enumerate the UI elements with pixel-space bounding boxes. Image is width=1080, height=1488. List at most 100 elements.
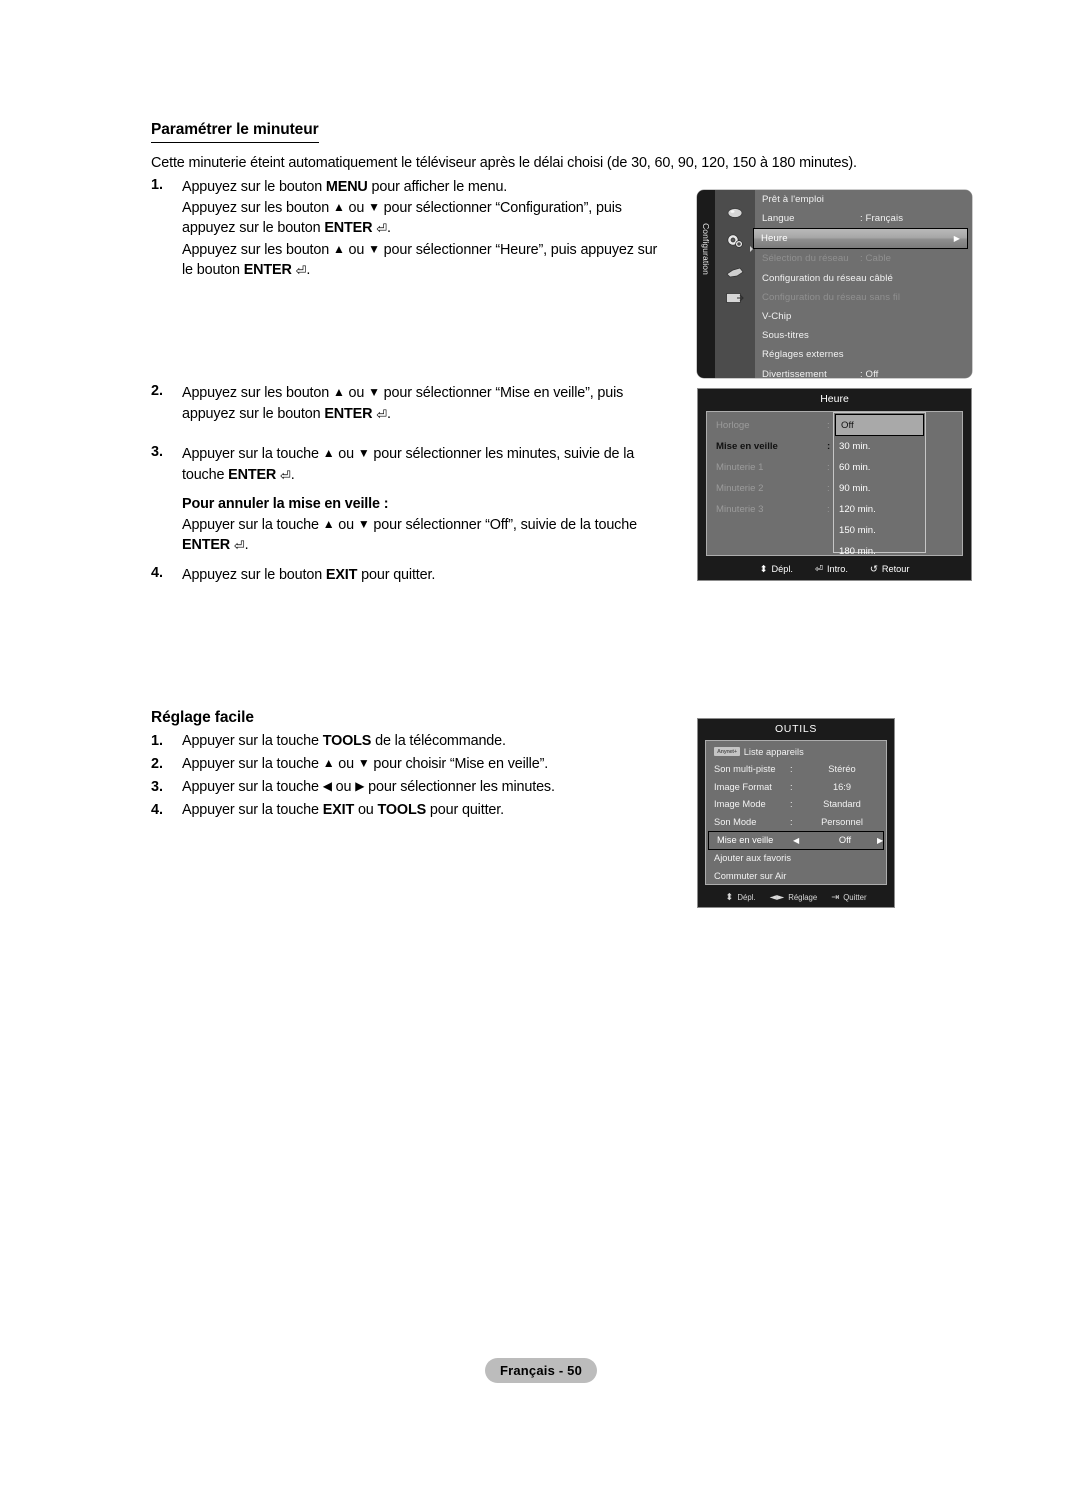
footer-label: Intro.: [826, 564, 848, 574]
setup-gear-icon[interactable]: [723, 232, 747, 250]
row-colon: :: [827, 441, 831, 452]
osd-row-reglages-externes[interactable]: Réglages externes: [755, 345, 972, 364]
dropdown-option-150min[interactable]: 150 min.: [834, 520, 925, 541]
row-label: Horloge: [716, 420, 750, 431]
footer-intro[interactable]: ⏎ Intro.: [815, 564, 848, 575]
enter-icon: ⏎: [814, 563, 823, 575]
row-label: Minuterie 1: [716, 462, 764, 473]
osd-side-label: Configuration: [701, 223, 711, 275]
step-number: 1.: [151, 733, 164, 749]
row-value: 16:9: [832, 781, 852, 792]
instruction-step-3: 3. Appuyer sur la touche ▲ ou ▼ pour sél…: [151, 444, 637, 557]
row-value: Standard: [823, 799, 861, 810]
step-subheading: Pour annuler la mise en veille :: [182, 496, 389, 512]
easy-step-1: 1. Appuyer sur la touche TOOLS de la tél…: [151, 733, 506, 750]
step-line: le bouton ENTER ⏎.: [182, 262, 311, 279]
row-value: : Off: [860, 368, 879, 378]
row-colon: :: [790, 816, 793, 827]
row-label: V-Chip: [762, 311, 792, 323]
footer-label: Dépl.: [771, 564, 793, 574]
anynet-badge-icon: Anynet+: [714, 747, 740, 757]
step-body: Appuyer sur la touche EXIT ou TOOLS pour…: [182, 802, 504, 819]
osd-heure-menu: Heure Horloge : Mise en veille : Minuter…: [697, 388, 972, 581]
step-number: 4.: [151, 565, 164, 581]
osd-row-pret-a-lemploi[interactable]: Prêt à l'emploi: [755, 190, 972, 209]
dropdown-option-60min[interactable]: 60 min.: [834, 457, 925, 478]
step-number: 2.: [151, 383, 164, 399]
enter-icon: ⏎: [233, 539, 245, 554]
row-label: Commuter sur Air: [714, 870, 787, 881]
osd-heure-pane: Horloge : Mise en veille : Minuterie 1 :…: [706, 411, 963, 557]
step-line: touche ENTER ⏎.: [182, 466, 295, 484]
footer-label: Retour: [881, 564, 910, 574]
osd-row-image-format[interactable]: Image Format : 16:9: [706, 778, 886, 796]
dropdown-option-30min[interactable]: 30 min.: [834, 436, 925, 457]
row-label: Mise en veille: [717, 835, 774, 845]
row-colon: :: [827, 420, 830, 431]
row-value: : Français: [860, 213, 904, 225]
osd-row-configuration-reseau-sans-fil[interactable]: Configuration du réseau sans fil: [755, 288, 972, 307]
osd-row-selection-du-reseau[interactable]: Sélection du réseau : Cable: [755, 249, 972, 268]
osd-row-divertissement[interactable]: Divertissement : Off: [755, 365, 972, 378]
step-line: Appuyez sur les bouton ▲ ou ▼ pour sélec…: [182, 199, 622, 216]
exit-icon: ⇥: [831, 891, 840, 903]
enter-icon: ⏎: [280, 468, 291, 484]
osd-row-ajouter-aux-favoris[interactable]: Ajouter aux favoris: [706, 850, 886, 868]
return-icon: ↺: [869, 563, 878, 575]
osd-heure-title: Heure: [698, 389, 971, 409]
enter-icon: ⏎: [376, 407, 387, 423]
step-line: Appuyer sur la touche ▲ ou ▼ pour sélect…: [182, 446, 635, 462]
step-line: appuyez sur le bouton ENTER ⏎.: [182, 405, 391, 423]
dropdown-option-120min[interactable]: 120 min.: [834, 499, 925, 520]
sleep-timer-dropdown[interactable]: Off 30 min. 60 min. 90 min. 120 min. 150…: [833, 412, 926, 557]
arrow-right-icon[interactable]: ▶: [877, 836, 883, 845]
osd-row-langue[interactable]: Langue : Français: [755, 209, 972, 228]
osd-row-commuter-sur-air[interactable]: Commuter sur Air: [706, 867, 886, 885]
step-line: Appuyer sur la touche TOOLS de la téléco…: [182, 733, 506, 749]
footer-reglage[interactable]: ◄► Réglage: [770, 892, 818, 903]
osd-row-sous-titres[interactable]: Sous-titres: [755, 326, 972, 345]
osd-outils-footer: ⬍ Dépl. ◄► Réglage ⇥ Quitter: [698, 887, 894, 907]
row-label: Minuterie 3: [716, 504, 764, 515]
row-label: Ajouter aux favoris: [714, 853, 791, 864]
updown-arrow-icon: ⬍: [759, 563, 768, 575]
step-line: appuyez sur le bouton ENTER ⏎.: [182, 220, 391, 237]
row-label: Sélection du réseau: [762, 253, 849, 265]
footer-depl[interactable]: ⬍ Dépl.: [760, 564, 793, 575]
row-value: Stéréo: [828, 764, 856, 775]
row-label: Langue: [762, 213, 795, 225]
osd-row-list: Prêt à l'emploi Langue : Français Heure …: [753, 190, 972, 378]
osd-row-image-mode[interactable]: Image Mode : Standard: [706, 796, 886, 814]
row-label: Image Format: [714, 781, 772, 792]
footer-retour[interactable]: ↺ Retour: [870, 564, 910, 575]
footer-quitter[interactable]: ⇥ Quitter: [831, 892, 866, 903]
osd-row-son-mode[interactable]: Son Mode : Personnel: [706, 813, 886, 831]
page-footer-badge: Français - 50: [485, 1358, 597, 1383]
row-colon: :: [790, 781, 793, 792]
step-body: Appuyez sur les bouton ▲ ou ▼ pour sélec…: [182, 383, 623, 425]
osd-row-son-multi-piste[interactable]: Son multi-piste : Stéréo: [706, 761, 886, 779]
osd-row-liste-appareils[interactable]: Anynet+ Liste appareils: [706, 743, 886, 761]
row-label: Son Mode: [714, 816, 757, 827]
step-line: Appuyer sur la touche EXIT ou TOOLS pour…: [182, 802, 504, 818]
step-body: Appuyez sur le bouton MENU pour afficher…: [182, 177, 657, 282]
picture-icon[interactable]: [723, 204, 747, 222]
step-number: 3.: [151, 444, 164, 460]
row-colon: :: [827, 504, 830, 515]
instruction-step-4: 4. Appuyez sur le bouton EXIT pour quitt…: [151, 565, 435, 586]
footer-depl[interactable]: ⬍ Dépl.: [725, 892, 755, 903]
osd-side-tab: Configuration: [697, 190, 715, 378]
arrow-left-icon[interactable]: ◀: [793, 836, 799, 845]
row-value: : Cable: [860, 253, 892, 265]
osd-row-mise-en-veille[interactable]: Mise en veille ◀ Off ▶: [708, 830, 884, 850]
osd-row-v-chip[interactable]: V-Chip: [755, 307, 972, 326]
osd-row-configuration-reseau-cable[interactable]: Configuration du réseau câblé: [755, 269, 972, 288]
row-label: Configuration du réseau câblé: [762, 272, 893, 284]
osd-row-heure[interactable]: Heure ▶: [753, 228, 968, 250]
dropdown-option-off[interactable]: Off: [835, 414, 924, 436]
sound-icon[interactable]: [723, 263, 747, 281]
input-icon[interactable]: [723, 289, 747, 307]
dropdown-option-90min[interactable]: 90 min.: [834, 478, 925, 499]
row-value: Personnel: [821, 816, 863, 827]
row-label: Image Mode: [714, 799, 766, 810]
